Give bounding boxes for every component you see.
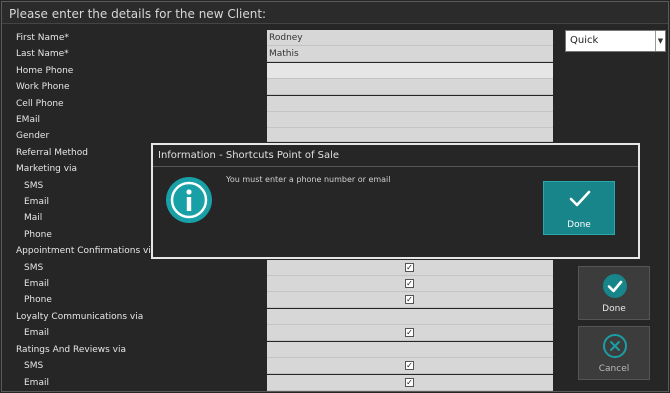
email-field[interactable] (267, 112, 553, 128)
ratings-sms-label: SMS (24, 361, 44, 371)
appointment-sms-checkbox[interactable]: ✓ (405, 263, 414, 272)
home-phone-label: Home Phone (16, 66, 74, 76)
marketing-phone-label: Phone (24, 230, 52, 240)
first-name-label: First Name* (16, 33, 69, 43)
last-name-field[interactable]: Mathis (267, 46, 553, 62)
checkmark-icon (569, 190, 591, 207)
loyalty-row (267, 309, 553, 325)
ratings-row (267, 342, 553, 358)
cell-phone-label: Cell Phone (16, 99, 64, 109)
cell-phone-field[interactable] (267, 96, 553, 112)
marketing-mail-label: Mail (24, 213, 43, 223)
new-client-window: Please enter the details for the new Cli… (1, 1, 669, 392)
gender-label: Gender (16, 131, 50, 141)
marketing-sms-label: SMS (24, 181, 44, 191)
first-name-field[interactable]: Rodney (267, 30, 553, 46)
appointment-sms-label: SMS (24, 263, 44, 273)
referral-method-label: Referral Method (16, 148, 88, 158)
appointment-email-checkbox[interactable]: ✓ (405, 279, 414, 288)
email-label: EMail (16, 115, 40, 125)
work-phone-label: Work Phone (16, 82, 70, 92)
marketing-email-label: Email (24, 197, 49, 207)
check-circle-icon (603, 274, 627, 298)
gender-field[interactable] (267, 128, 553, 142)
marketing-via-label: Marketing via (16, 164, 78, 174)
info-icon (166, 177, 212, 223)
done-button-label: Done (602, 304, 626, 314)
loyalty-email-label: Email (24, 328, 49, 338)
work-phone-field[interactable] (267, 79, 553, 95)
cancel-button-label: Cancel (598, 364, 630, 374)
appointment-phone-label: Phone (24, 295, 52, 305)
dialog-done-button[interactable]: Done (543, 181, 615, 235)
ratings-reviews-label: Ratings And Reviews via (16, 345, 127, 355)
home-phone-field[interactable] (267, 63, 553, 79)
appointment-email-label: Email (24, 279, 49, 289)
loyalty-communications-label: Loyalty Communications via (16, 312, 144, 322)
dialog-message: You must enter a phone number or email (226, 175, 391, 184)
ratings-sms-checkbox[interactable]: ✓ (405, 361, 414, 370)
loyalty-email-checkbox[interactable]: ✓ (405, 328, 414, 337)
ratings-email-label: Email (24, 378, 49, 388)
done-button[interactable]: Done (578, 266, 650, 320)
mode-select-value: Quick (570, 35, 599, 46)
cancel-circle-icon (603, 334, 627, 358)
appointment-confirmations-label: Appointment Confirmations via (16, 246, 157, 256)
dialog-title: Information - Shortcuts Point of Sale (153, 145, 638, 167)
appointment-phone-checkbox[interactable]: ✓ (405, 295, 414, 304)
window-title: Please enter the details for the new Cli… (2, 2, 668, 24)
mode-select[interactable]: Quick ▼ (565, 30, 666, 52)
ratings-email-checkbox[interactable]: ✓ (405, 378, 414, 387)
last-name-label: Last Name* (16, 49, 69, 59)
dialog-done-label: Done (567, 220, 591, 230)
dropdown-arrow-icon[interactable]: ▼ (655, 31, 665, 51)
cancel-button[interactable]: Cancel (578, 326, 650, 380)
information-dialog: Information - Shortcuts Point of Sale Yo… (151, 143, 640, 259)
